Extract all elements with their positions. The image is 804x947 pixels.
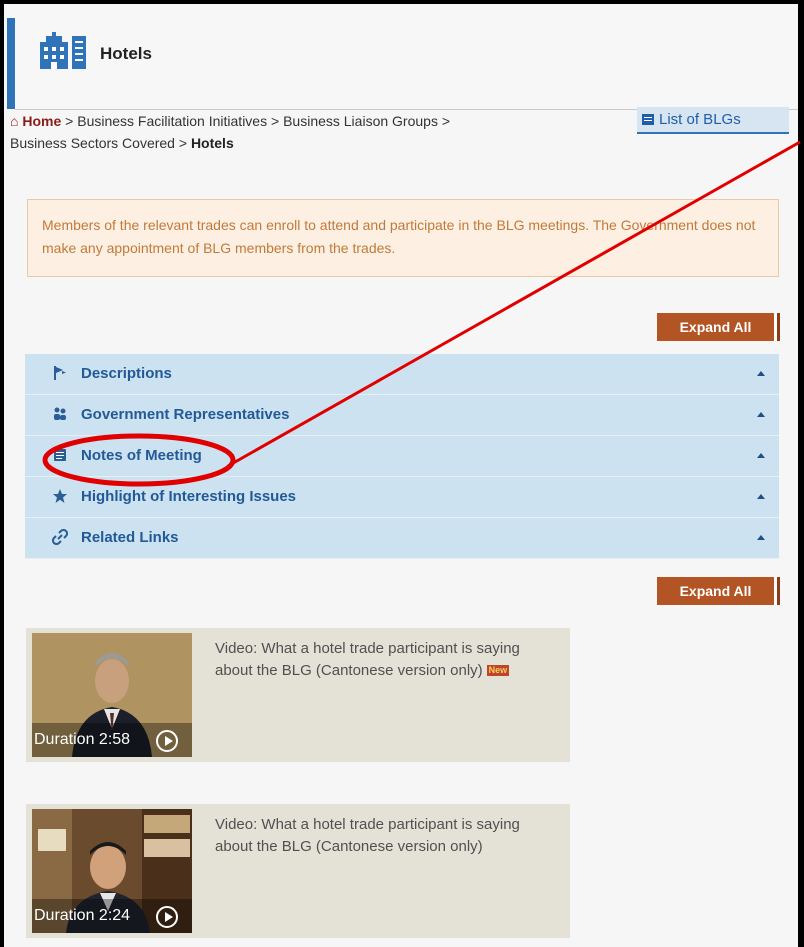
list-of-blgs-button[interactable]: List of BLGs xyxy=(637,107,789,134)
list-of-blgs-label: List of BLGs xyxy=(659,111,741,128)
accordion-item-descriptions[interactable]: Descriptions xyxy=(25,354,779,395)
accordion-label: Descriptions xyxy=(81,365,172,382)
accordion-label: Related Links xyxy=(81,529,179,546)
page-frame: Hotels ⌂ Home > Business Facilitation In… xyxy=(4,4,798,947)
breadcrumb-separator: > xyxy=(437,113,451,129)
notes-icon xyxy=(51,447,69,465)
breadcrumb-home-link[interactable]: Home xyxy=(22,113,61,129)
breadcrumb-separator: > xyxy=(267,113,284,129)
link-icon xyxy=(51,528,69,547)
hotel-building-icon xyxy=(40,32,86,69)
breadcrumb-separator: > xyxy=(174,135,191,151)
video-card[interactable]: Duration 2:24 Video: What a hotel trade … xyxy=(26,804,570,938)
breadcrumb-separator: > xyxy=(61,113,78,129)
star-icon xyxy=(51,488,69,506)
accordion: Descriptions Government Representatives … xyxy=(25,354,779,559)
breadcrumb-link-business-sectors[interactable]: Business Sectors Covered xyxy=(10,135,175,151)
video-thumbnail[interactable]: Duration 2:24 xyxy=(32,809,192,933)
header-accent-bar xyxy=(7,18,15,109)
accordion-item-government-representatives[interactable]: Government Representatives xyxy=(25,395,779,436)
accordion-label: Highlight of Interesting Issues xyxy=(81,488,297,505)
header-bar xyxy=(15,18,798,110)
breadcrumb: ⌂ Home > Business Facilitation Initiativ… xyxy=(10,110,610,154)
new-badge: New xyxy=(486,665,510,676)
play-icon[interactable] xyxy=(156,906,178,928)
video-title[interactable]: Video: What a hotel trade participant is… xyxy=(215,640,520,679)
list-icon xyxy=(642,114,654,125)
video-description[interactable]: Video: What a hotel trade participant is… xyxy=(215,814,555,858)
video-title[interactable]: Video: What a hotel trade participant is… xyxy=(215,816,520,855)
breadcrumb-link-business-liaison-groups[interactable]: Business Liaison Groups xyxy=(283,113,438,129)
accordion-label: Notes of Meeting xyxy=(81,447,202,464)
notice-text: Members of the relevant trades can enrol… xyxy=(42,217,756,256)
caret-up-icon xyxy=(757,453,765,458)
accordion-item-highlight-of-interesting-issues[interactable]: Highlight of Interesting Issues xyxy=(25,477,779,518)
page-title: Hotels xyxy=(100,44,152,63)
caret-up-icon xyxy=(757,371,765,376)
caret-up-icon xyxy=(757,494,765,499)
breadcrumb-link-business-facilitation[interactable]: Business Facilitation Initiatives xyxy=(77,113,267,129)
flag-icon xyxy=(51,365,69,383)
breadcrumb-current: Hotels xyxy=(190,135,234,151)
play-icon[interactable] xyxy=(156,730,178,752)
accordion-label: Government Representatives xyxy=(81,406,290,423)
video-card[interactable]: Duration 2:58 Video: What a hotel trade … xyxy=(26,628,570,762)
notice-box: Members of the relevant trades can enrol… xyxy=(27,199,779,277)
expand-all-button-bottom[interactable]: Expand All xyxy=(657,577,780,605)
video-description[interactable]: Video: What a hotel trade participant is… xyxy=(215,638,555,682)
caret-up-icon xyxy=(757,412,765,417)
people-icon xyxy=(51,406,69,424)
video-thumbnail[interactable]: Duration 2:58 xyxy=(32,633,192,757)
expand-all-button-top[interactable]: Expand All xyxy=(657,313,780,341)
home-icon[interactable]: ⌂ xyxy=(10,113,18,129)
page-header: Hotels xyxy=(4,4,798,110)
caret-up-icon xyxy=(757,535,765,540)
accordion-item-notes-of-meeting[interactable]: Notes of Meeting xyxy=(25,436,779,477)
accordion-item-related-links[interactable]: Related Links xyxy=(25,518,779,559)
